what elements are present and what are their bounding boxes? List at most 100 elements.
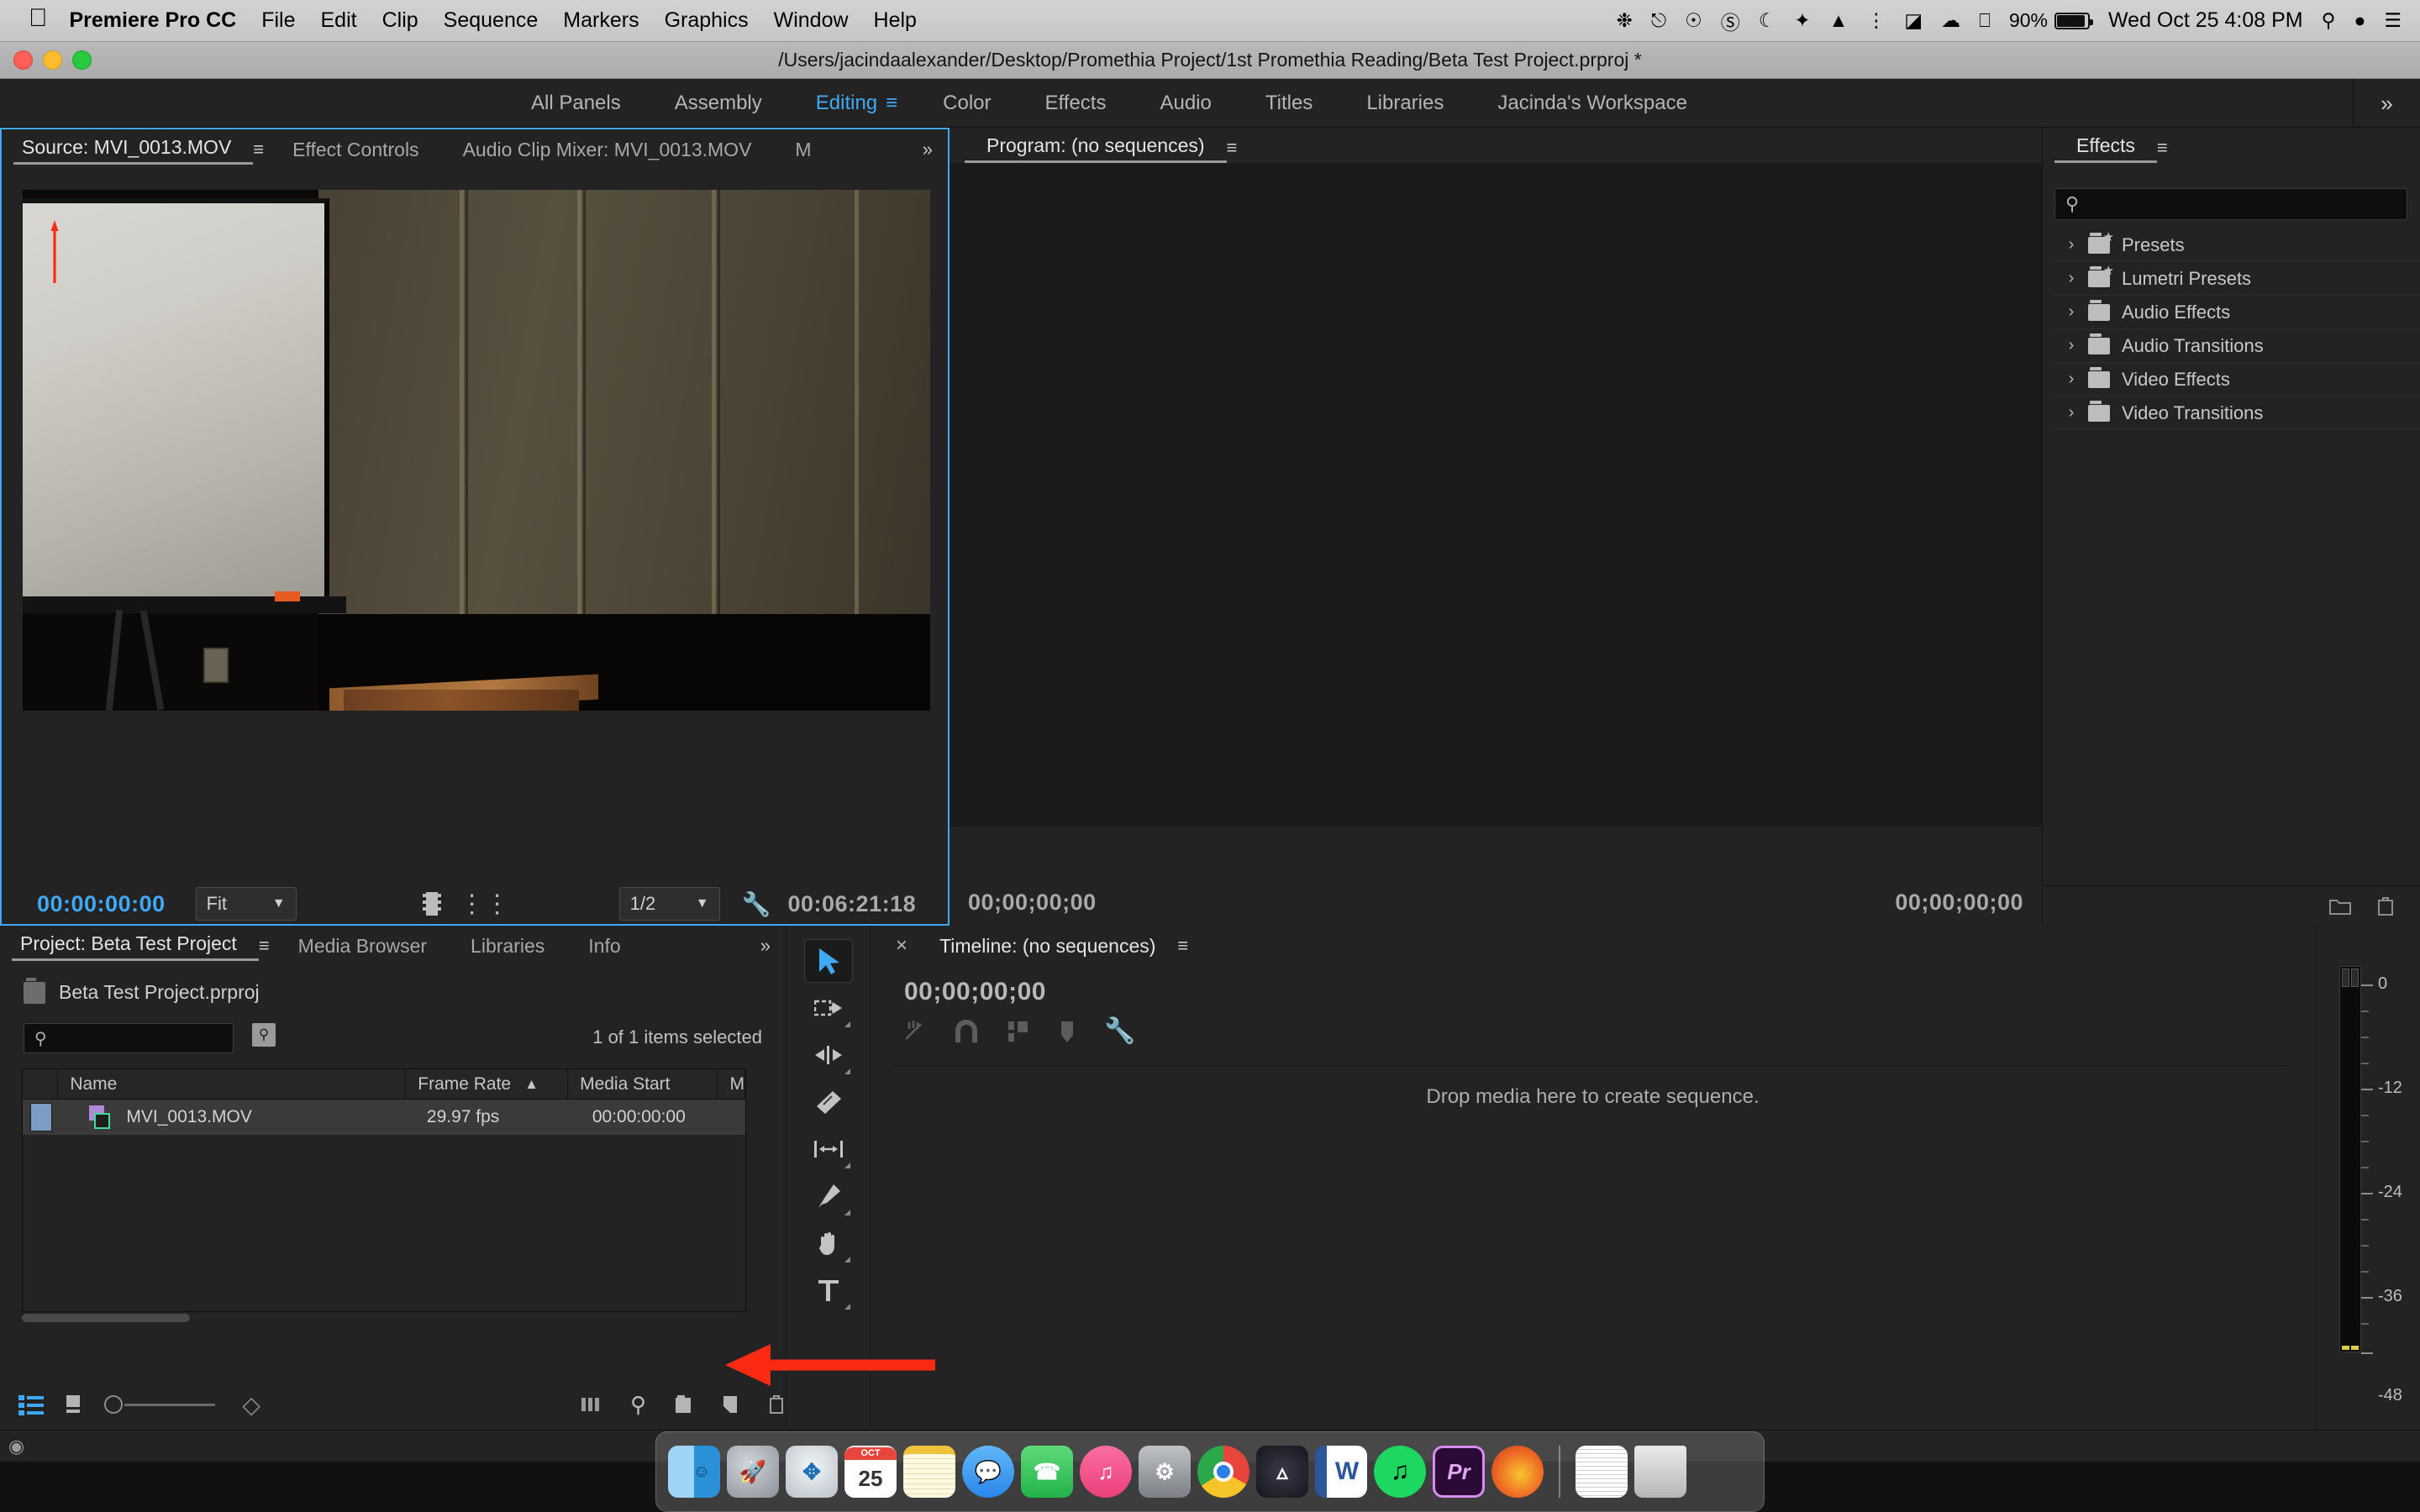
menu-item-file[interactable]: File xyxy=(261,8,295,33)
program-video-preview[interactable] xyxy=(950,163,2042,827)
razor-tool[interactable] xyxy=(804,1080,853,1124)
effects-search-input[interactable] xyxy=(2079,194,2407,214)
nvidia-icon[interactable]: ❉ xyxy=(1617,9,1633,32)
menu-clock[interactable]: Wed Oct 25 4:08 PM xyxy=(2108,8,2303,33)
eye-icon[interactable]: ◉ xyxy=(8,1436,24,1457)
effects-tree-item-audio-effects[interactable]: › Audio Effects xyxy=(2054,296,2420,329)
row-color-swatch[interactable] xyxy=(23,1100,59,1135)
drag-video-only-icon[interactable]: ⋮⋮ xyxy=(460,890,510,919)
select-playback-resolution-icon[interactable] xyxy=(423,892,441,916)
tab-media-browser[interactable]: Media Browser xyxy=(276,931,449,961)
dock-icon-itunes[interactable]: ♫ xyxy=(1080,1446,1132,1498)
menu-item-window[interactable]: Window xyxy=(774,8,849,33)
battery-status[interactable]: 90% xyxy=(2009,9,2090,32)
menu-item-markers[interactable]: Markers xyxy=(563,8,639,33)
cloud-upload-icon[interactable]: ▲ xyxy=(1829,9,1849,32)
zoom-level-select[interactable]: Fit ▼ xyxy=(196,887,297,921)
workspace-tab-titles[interactable]: Titles xyxy=(1239,92,1339,115)
tab-source-monitor[interactable]: Source: MVI_0013.MOV xyxy=(13,132,253,165)
source-panel-menu-icon[interactable]: ≡ xyxy=(253,134,271,165)
dock-icon-audition[interactable]: ▵ xyxy=(1256,1446,1308,1498)
column-header-frame-rate[interactable]: Frame Rate ▲ xyxy=(406,1069,568,1099)
zoom-slider-handle[interactable] xyxy=(104,1395,123,1414)
chevron-right-icon[interactable]: › xyxy=(2054,269,2088,288)
program-panel-menu-icon[interactable]: ≡ xyxy=(1227,133,1244,163)
new-item-icon[interactable] xyxy=(720,1394,740,1415)
track-select-forward-tool[interactable] xyxy=(804,986,853,1030)
new-bin-icon[interactable] xyxy=(2329,897,2351,916)
source-video-preview[interactable]: Coalescence A young tagline of individua… xyxy=(23,190,930,711)
linked-selection-icon[interactable] xyxy=(901,1019,926,1044)
wifi-icon[interactable]: ☁ xyxy=(1941,9,1960,32)
workspace-tab-editing[interactable]: Editing xyxy=(789,92,886,115)
workspace-tab-audio[interactable]: Audio xyxy=(1133,92,1238,115)
tab-info[interactable]: Info xyxy=(566,931,642,961)
delete-icon[interactable] xyxy=(767,1394,786,1415)
tab-effects[interactable]: Effects xyxy=(2054,130,2157,163)
tab-libraries[interactable]: Libraries xyxy=(449,931,566,961)
zoom-slider-track[interactable] xyxy=(124,1404,216,1406)
audio-meter-column[interactable] xyxy=(2339,966,2361,1352)
dock-icon-safari[interactable]: ✥ xyxy=(786,1446,838,1498)
search-icon[interactable]: ⚲ xyxy=(2322,9,2336,32)
dropbox-icon[interactable]: ✦ xyxy=(1794,9,1810,32)
effects-tree-item-audio-transitions[interactable]: › Audio Transitions xyxy=(2054,329,2420,363)
close-icon[interactable]: × xyxy=(886,934,918,958)
effects-tree-item-lumetri-presets[interactable]: › ★ Lumetri Presets xyxy=(2054,262,2420,296)
dock-icon-facetime[interactable]: ☎ xyxy=(1021,1446,1073,1498)
menu-item-graphics[interactable]: Graphics xyxy=(665,8,749,33)
airplay-icon[interactable]: ⎕ xyxy=(1979,9,1991,32)
workspace-tab-assembly[interactable]: Assembly xyxy=(648,92,789,115)
menu-item-clip[interactable]: Clip xyxy=(382,8,418,33)
snap-icon[interactable] xyxy=(955,1019,978,1044)
dock-icon-system-preferences[interactable]: ⚙ xyxy=(1139,1446,1191,1498)
timeline-settings-wrench-icon[interactable]: 🔧 xyxy=(1104,1016,1135,1046)
dock-icon-messages[interactable]: 💬 xyxy=(962,1446,1014,1498)
chevron-right-icon[interactable]: › xyxy=(2054,302,2088,322)
add-marker-icon[interactable] xyxy=(1059,1020,1076,1043)
dock-icon-premiere-pro[interactable]: Pr xyxy=(1433,1446,1485,1498)
column-header-swatch[interactable] xyxy=(23,1069,58,1099)
freeform-view-icon[interactable] xyxy=(580,1394,603,1415)
tab-project[interactable]: Project: Beta Test Project xyxy=(12,928,259,961)
tab-timeline[interactable]: Timeline: (no sequences) xyxy=(918,931,1177,961)
workspace-tab-effects[interactable]: Effects xyxy=(1018,92,1134,115)
minimize-window-button[interactable] xyxy=(43,50,62,70)
dock-icon-microsoft-word[interactable]: W xyxy=(1315,1446,1367,1498)
selection-tool[interactable] xyxy=(804,939,853,983)
find-icon[interactable]: ⚲ xyxy=(630,1392,646,1418)
project-file-row[interactable]: Beta Test Project.prproj xyxy=(24,981,260,1004)
project-horizontal-scrollbar[interactable] xyxy=(22,1314,190,1322)
row-name-cell[interactable]: MVI_0013.MOV xyxy=(59,1100,414,1135)
airpods-icon[interactable]: ☉ xyxy=(1685,9,1702,32)
column-header-media-end[interactable]: M xyxy=(718,1069,745,1099)
effects-panel-menu-icon[interactable]: ≡ xyxy=(2157,133,2175,163)
dock-icon-firefox[interactable] xyxy=(1491,1446,1544,1498)
key-icon[interactable]: ☾ xyxy=(1759,9,1776,32)
effects-tree-item-presets[interactable]: › ★ Presets xyxy=(2054,228,2420,262)
new-bin-icon[interactable] xyxy=(673,1394,693,1415)
table-row[interactable]: MVI_0013.MOV 29.97 fps 00:00:00:00 xyxy=(23,1100,745,1135)
program-current-timecode[interactable]: 00;00;00;00 xyxy=(968,890,1097,916)
dock-icon-spotify[interactable]: ♫ xyxy=(1374,1446,1426,1498)
apple-icon[interactable]:  xyxy=(29,6,48,31)
type-tool[interactable] xyxy=(804,1268,853,1312)
delete-icon[interactable] xyxy=(2376,896,2395,916)
project-panel-menu-icon[interactable]: ≡ xyxy=(259,931,276,961)
timeline-current-timecode[interactable]: 00;00;00;00 xyxy=(904,978,1046,1006)
ripple-edit-tool[interactable] xyxy=(804,1033,853,1077)
column-header-media-start[interactable]: Media Start xyxy=(568,1069,718,1099)
workspace-tab-jacindas-workspace[interactable]: Jacinda's Workspace xyxy=(1470,92,1714,115)
tab-audio-clip-mixer[interactable]: Audio Clip Mixer: MVI_0013.MOV xyxy=(441,134,774,165)
time-machine-icon[interactable]: ◪ xyxy=(1904,9,1923,32)
creative-cloud-icon[interactable]: Ⓢ xyxy=(1721,7,1740,35)
tab-effect-controls[interactable]: Effect Controls xyxy=(271,134,440,165)
dock-icon-finder[interactable]: ☺ xyxy=(668,1446,720,1498)
workspace-tab-color[interactable]: Color xyxy=(916,92,1018,115)
icon-view-icon[interactable] xyxy=(64,1394,82,1415)
effects-tree-item-video-effects[interactable]: › Video Effects xyxy=(2054,363,2420,396)
headphones-icon[interactable]: ⎋ xyxy=(1651,9,1666,32)
siri-icon[interactable]: ● xyxy=(2354,9,2365,32)
timeline-panel-menu-icon[interactable]: ≡ xyxy=(1177,931,1195,961)
tab-program-monitor[interactable]: Program: (no sequences) xyxy=(965,130,1227,163)
